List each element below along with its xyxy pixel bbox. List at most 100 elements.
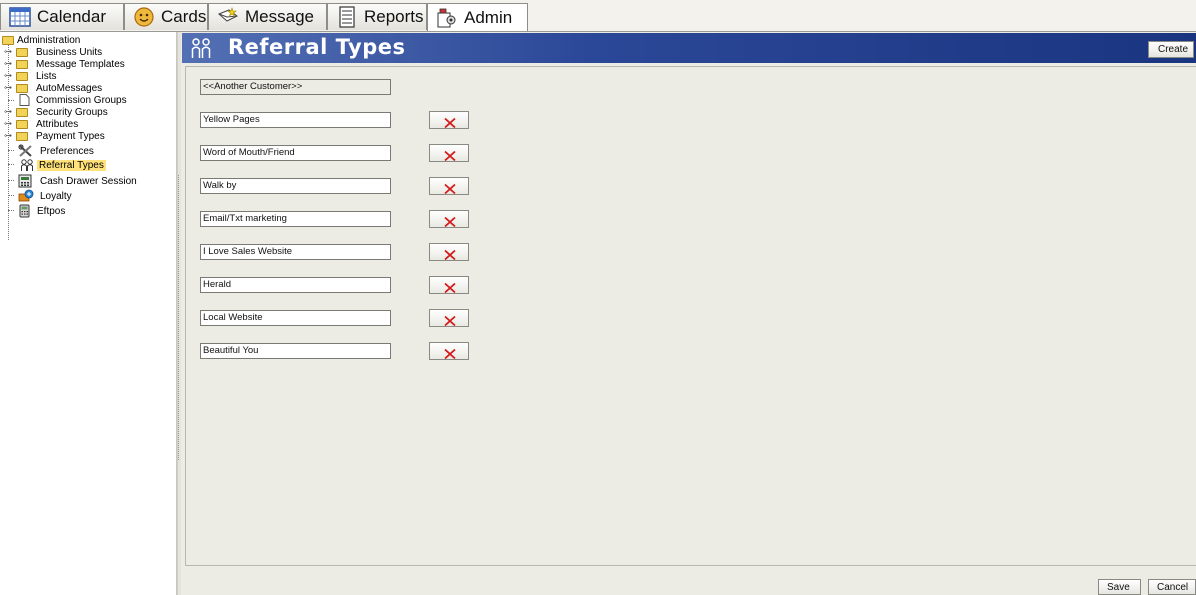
- tree-item-attributes[interactable]: ⊶ Attributes: [0, 118, 176, 130]
- page-title: Referral Types: [228, 35, 406, 59]
- tree-branch-line: [8, 100, 14, 101]
- delete-icon: [442, 213, 458, 228]
- tree-item-label: Message Templates: [36, 58, 125, 70]
- reports-icon: [336, 6, 358, 28]
- main-tab-bar: Calendar Cards Message Reports Admin: [0, 0, 1196, 32]
- delete-icon: [442, 345, 458, 360]
- delete-button[interactable]: [429, 342, 469, 360]
- expand-icon[interactable]: ⊶: [4, 108, 12, 116]
- tree-item-payment-types[interactable]: ⊶ Payment Types: [0, 130, 176, 142]
- folder-icon: [16, 132, 28, 141]
- tree-branch-line: [8, 180, 14, 181]
- tab-label: Reports: [364, 7, 424, 26]
- delete-button[interactable]: [429, 210, 469, 228]
- referral-icon: [20, 158, 34, 172]
- admin-tree: Administration ⊶ Business Units ⊶ Messag…: [0, 32, 177, 595]
- referral-name-input[interactable]: Yellow Pages: [200, 112, 391, 128]
- expand-icon[interactable]: ⊶: [4, 120, 12, 128]
- tree-item-label: Commission Groups: [36, 94, 127, 106]
- save-button[interactable]: Save: [1098, 579, 1141, 595]
- tree-item-label: Security Groups: [36, 106, 108, 118]
- tree-item-label: Attributes: [36, 118, 79, 130]
- tree-branch-line: [8, 164, 14, 165]
- tree-item-label: Preferences: [40, 145, 94, 157]
- create-button[interactable]: Create: [1148, 41, 1194, 58]
- tab-label: Message: [245, 7, 314, 26]
- referral-name-input[interactable]: I Love Sales Website: [200, 244, 391, 260]
- tree-item-business-units[interactable]: ⊶ Business Units: [0, 46, 176, 58]
- expand-icon[interactable]: ⊶: [4, 84, 12, 92]
- folder-icon: [16, 84, 28, 93]
- tab-label: Calendar: [37, 7, 106, 26]
- page-header: Referral Types: [182, 33, 1196, 63]
- cards-icon: [133, 6, 155, 28]
- delete-icon: [442, 114, 458, 129]
- tree-item-label: Payment Types: [36, 130, 105, 142]
- tree-branch-line: [8, 195, 14, 196]
- referral-name-input[interactable]: Word of Mouth/Friend: [200, 145, 391, 161]
- tree-item-label: Eftpos: [37, 205, 66, 217]
- delete-icon: [442, 312, 458, 327]
- eftpos-icon: [18, 204, 32, 218]
- page-icon: [18, 94, 31, 106]
- tree-item-lists[interactable]: ⊶ Lists: [0, 70, 176, 82]
- folder-icon: [2, 36, 14, 45]
- tab-label: Cards: [161, 7, 207, 26]
- tree-item-label: Lists: [36, 70, 57, 82]
- tab-reports[interactable]: Reports: [327, 3, 427, 30]
- tree-item-eftpos[interactable]: Eftpos: [0, 204, 176, 218]
- delete-icon: [442, 147, 458, 162]
- tab-cards[interactable]: Cards: [124, 3, 208, 30]
- expand-icon[interactable]: ⊶: [4, 60, 12, 68]
- loyalty-icon: [18, 189, 34, 203]
- cash-drawer-icon: [18, 174, 32, 188]
- referral-name-input[interactable]: Herald: [200, 277, 391, 293]
- folder-icon: [16, 72, 28, 81]
- tree-item-security-groups[interactable]: ⊶ Security Groups: [0, 106, 176, 118]
- referral-name-input[interactable]: Email/Txt marketing: [200, 211, 391, 227]
- tab-message[interactable]: Message: [208, 3, 327, 30]
- referral-name-input[interactable]: Walk by: [200, 178, 391, 194]
- referral-name-readonly: <<Another Customer>>: [200, 79, 391, 95]
- delete-button[interactable]: [429, 177, 469, 195]
- message-icon: [217, 6, 239, 28]
- tree-item-referral-types[interactable]: Referral Types: [0, 158, 176, 172]
- tree-branch-line: [8, 210, 14, 211]
- referral-name-input[interactable]: Beautiful You: [200, 343, 391, 359]
- referral-icon: [190, 37, 212, 59]
- expand-icon[interactable]: ⊶: [4, 48, 12, 56]
- delete-button[interactable]: [429, 111, 469, 129]
- tree-item-label: Referral Types: [37, 159, 106, 171]
- tab-label: Admin: [464, 7, 513, 27]
- expand-icon[interactable]: ⊶: [4, 72, 12, 80]
- delete-button[interactable]: [429, 144, 469, 162]
- folder-icon: [16, 48, 28, 57]
- tree-root-administration[interactable]: Administration: [0, 34, 176, 46]
- delete-button[interactable]: [429, 309, 469, 327]
- folder-icon: [16, 120, 28, 129]
- tree-item-preferences[interactable]: Preferences: [0, 144, 176, 158]
- tree-item-commission-groups[interactable]: Commission Groups: [0, 94, 176, 106]
- delete-button[interactable]: [429, 243, 469, 261]
- tree-item-label: Business Units: [36, 46, 103, 58]
- tree-root-label: Administration: [17, 34, 81, 46]
- delete-icon: [442, 246, 458, 261]
- folder-icon: [16, 108, 28, 117]
- tree-item-label: Loyalty: [40, 190, 72, 202]
- tools-icon: [18, 144, 33, 158]
- tree-item-loyalty[interactable]: Loyalty: [0, 189, 176, 203]
- tree-item-message-templates[interactable]: ⊶ Message Templates: [0, 58, 176, 70]
- delete-button[interactable]: [429, 276, 469, 294]
- tree-item-automessages[interactable]: ⊶ AutoMessages: [0, 82, 176, 94]
- tab-calendar[interactable]: Calendar: [0, 3, 124, 30]
- delete-icon: [442, 279, 458, 294]
- tree-item-label: AutoMessages: [36, 82, 103, 94]
- folder-icon: [16, 60, 28, 69]
- tree-item-cash-drawer-session[interactable]: Cash Drawer Session: [0, 174, 176, 188]
- splitter-grip[interactable]: [178, 175, 180, 460]
- expand-icon[interactable]: ⊶: [4, 132, 12, 140]
- cancel-button[interactable]: Cancel: [1148, 579, 1196, 595]
- admin-icon: [436, 7, 458, 29]
- tab-admin[interactable]: Admin: [427, 3, 528, 31]
- referral-name-input[interactable]: Local Website: [200, 310, 391, 326]
